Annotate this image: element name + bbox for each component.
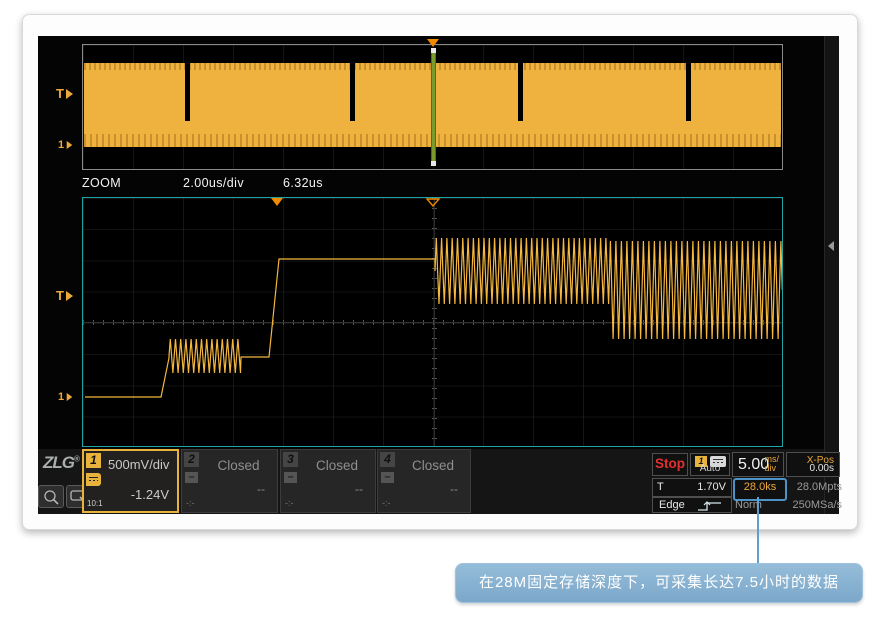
channel-3-offset: --: [355, 482, 363, 496]
arrow-right-icon: [66, 89, 73, 99]
timebase-box[interactable]: 5.00 ms/ div: [732, 452, 784, 477]
zoom-waveform-panel[interactable]: [82, 197, 783, 447]
trigger-level-value: 1.70V: [697, 481, 726, 493]
trigger-marker-label: T: [56, 86, 64, 101]
channel-2-badge: 2: [184, 452, 199, 467]
overview-panel[interactable]: [82, 44, 783, 170]
memory-points-value: 28.0Mpts: [786, 481, 842, 493]
rising-edge-icon: [697, 500, 723, 512]
arrow-right-icon: [67, 141, 73, 149]
trigger-source-box[interactable]: 1 Auto: [690, 453, 730, 476]
touch-gesture-button[interactable]: [38, 485, 64, 508]
channel-4-offset: --: [450, 482, 458, 496]
overview-signal-gap: [350, 63, 355, 121]
channel-2-offset: --: [257, 482, 265, 496]
channel-4-coupling-badge: –: [381, 472, 394, 483]
memory-depth-box[interactable]: 28.0ks: [733, 478, 787, 501]
trigger-level-label: T: [657, 481, 664, 493]
xpos-value: 0.00s: [810, 463, 834, 474]
channel-marker-label: 1: [58, 139, 64, 151]
channel-1-probe-ratio: 10:1: [87, 499, 103, 508]
arrow-right-icon: [66, 291, 73, 301]
touch-circle-icon: [42, 489, 60, 505]
arrow-right-icon: [67, 393, 73, 401]
status-bar: ZLG® 1 10:1 500mV/div -1.24V 2 – -:-: [38, 449, 824, 514]
overview-signal-gap: [185, 63, 190, 121]
overview-trigger-marker-icon[interactable]: [427, 39, 439, 47]
overview-channel1-marker[interactable]: 1: [58, 139, 73, 151]
run-state-box[interactable]: Stop: [652, 453, 688, 476]
channel-1-offset: -1.24V: [131, 487, 169, 502]
trigger-mode-label: Auto: [691, 463, 729, 474]
channel-2-status: Closed: [200, 458, 277, 473]
callout-text: 在28M固定存储深度下，可采集长达7.5小时的数据: [479, 574, 839, 591]
channel-4-badge: 4: [380, 452, 395, 467]
zoom-scale: 2.00us/div: [183, 176, 244, 190]
channel-1-dc-coupling-icon: [86, 473, 101, 486]
trigger-type-box[interactable]: Edge: [652, 497, 732, 513]
zoom-info-row: ZOOM 2.00us/div 6.32us: [82, 176, 783, 191]
trigger-level-box[interactable]: T 1.70V: [652, 478, 732, 497]
zoom-offset: 6.32us: [283, 176, 323, 190]
brand-reg-mark: ®: [74, 454, 80, 463]
channel-3-probe-ratio: -:-: [285, 498, 294, 508]
trigger-type-label: Edge: [659, 499, 685, 511]
channel-4-box[interactable]: 4 – -:- Closed --: [377, 449, 471, 513]
channel-1-volts-per-div: 500mV/div: [108, 457, 169, 472]
overview-trigger-level-marker[interactable]: T: [56, 86, 73, 101]
page: T 1 ZOOM 2.00us/div 6.32us T 1 ZLG®: [0, 0, 888, 636]
channel-3-coupling-badge: –: [284, 472, 297, 483]
sample-rate-value: 250MSa/s: [786, 499, 842, 511]
channel-4-status: Closed: [396, 458, 470, 473]
overview-signal-gap: [518, 63, 523, 121]
overview-cursor[interactable]: [431, 48, 436, 166]
memory-depth-value: 28.0ks: [744, 481, 776, 493]
menu-collapse-strip[interactable]: [824, 36, 839, 514]
trigger-position-marker-icon[interactable]: [426, 198, 441, 207]
channel-3-status: Closed: [299, 458, 375, 473]
zoom-label: ZOOM: [82, 176, 121, 190]
callout-bubble: 在28M固定存储深度下，可采集长达7.5小时的数据: [455, 563, 863, 603]
zoom-waveform: [83, 198, 782, 446]
channel-3-box[interactable]: 3 – -:- Closed --: [280, 449, 376, 513]
brand-text: ZLG: [43, 453, 74, 472]
timebase-unit-bottom: div: [765, 464, 780, 473]
channel-1-badge: 1: [86, 453, 101, 468]
expand-menu-arrow-icon[interactable]: [828, 241, 834, 251]
channel-2-probe-ratio: -:-: [186, 498, 195, 508]
overview-signal-gap: [686, 63, 691, 121]
channel-1-box[interactable]: 1 10:1 500mV/div -1.24V: [82, 449, 179, 513]
channel-marker-label: 1: [58, 391, 64, 403]
zoom-window-marker-icon[interactable]: [271, 198, 283, 206]
timebase-unit: ms/ div: [765, 455, 780, 473]
zlg-logo: ZLG®: [43, 453, 80, 473]
channel-4-probe-ratio: -:-: [382, 498, 391, 508]
callout-connector-line: [757, 497, 759, 565]
xpos-box[interactable]: X-Pos 0.00s: [786, 452, 840, 477]
channel-2-box[interactable]: 2 – -:- Closed --: [181, 449, 278, 513]
run-state-label: Stop: [653, 454, 687, 474]
trigger-marker-label: T: [56, 288, 64, 303]
channel-2-coupling-badge: –: [185, 472, 198, 483]
channel-3-badge: 3: [283, 452, 298, 467]
zoom-trigger-level-marker[interactable]: T: [56, 288, 73, 303]
zoom-channel1-marker[interactable]: 1: [58, 391, 73, 403]
